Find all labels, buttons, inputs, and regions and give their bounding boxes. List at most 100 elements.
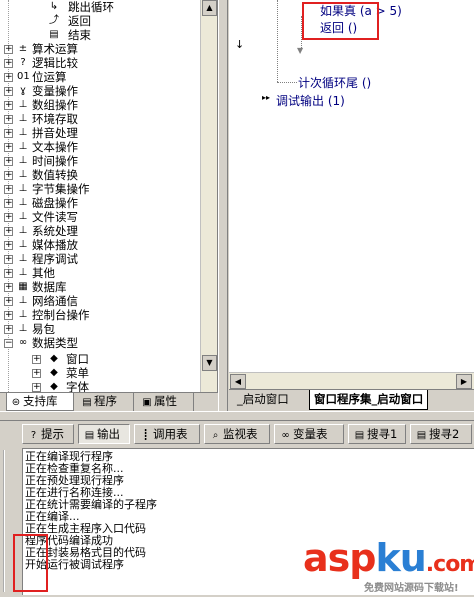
library-icon: ⊥: [18, 141, 28, 152]
library-icon: ⊥: [18, 323, 28, 334]
tab-variable-table[interactable]: ∞ 变量表: [274, 424, 344, 444]
tree-item-label: 程序调试: [32, 252, 78, 266]
expand-icon[interactable]: −: [4, 339, 13, 348]
diamond-icon: ◆: [50, 381, 58, 392]
code-line-loop-end[interactable]: 计次循环尾 (): [298, 74, 371, 91]
editor-tabs: _启动窗口 窗口程序集_启动窗口: [229, 389, 474, 411]
expand-icon[interactable]: +: [4, 213, 13, 222]
expand-icon[interactable]: +: [4, 157, 13, 166]
vertical-splitter[interactable]: [218, 0, 228, 411]
library-icon: ⊥: [18, 197, 28, 208]
watermark-subtitle: 免费网站源码下载站!: [364, 583, 459, 594]
panel-grip[interactable]: [3, 450, 12, 592]
expand-icon[interactable]: +: [4, 255, 13, 264]
support-library-tree[interactable]: ↳ 跳出循环 ⤴ 返回 ▤ 结束 + ± 算术运算 +? 逻辑比较 +01 位运算 + ɣ 变量操…: [0, 0, 218, 392]
property-icon: ▣: [142, 397, 152, 408]
expand-icon[interactable]: +: [4, 199, 13, 208]
tree-item-label: 文件读写: [32, 210, 78, 224]
expand-icon[interactable]: +: [4, 45, 13, 54]
expand-icon[interactable]: +: [4, 269, 13, 278]
watch-icon: ⌕: [212, 430, 219, 441]
diamond-icon: ◆: [50, 367, 58, 378]
expand-icon[interactable]: +: [4, 171, 13, 180]
code-editor[interactable]: ↓ ▼: [229, 0, 474, 372]
tab-support-library[interactable]: ⊜ 支持库: [6, 393, 74, 411]
loop-flow-line: [277, 0, 278, 82]
tab-window-assembly[interactable]: 窗口程序集_启动窗口: [309, 390, 429, 410]
expand-icon[interactable]: +: [4, 59, 13, 68]
expand-icon[interactable]: +: [4, 241, 13, 250]
scroll-left-arrow-icon[interactable]: ◀: [230, 374, 246, 389]
tab-watch-table[interactable]: ⌕ 监视表: [204, 424, 270, 444]
tree-item-label: 数组操作: [32, 98, 78, 112]
scroll-up-arrow-icon[interactable]: ▲: [202, 0, 217, 16]
tab-search2[interactable]: ▤ 搜寻2: [410, 424, 472, 444]
search1-icon: ▤: [354, 430, 365, 441]
scroll-right-arrow-icon[interactable]: ▶: [456, 374, 472, 389]
library-icon: ⊥: [18, 211, 28, 222]
expand-icon[interactable]: +: [32, 355, 41, 364]
library-icon: ⊥: [18, 295, 28, 306]
expand-icon[interactable]: +: [4, 227, 13, 236]
library-icon: ⊥: [18, 225, 28, 236]
tab-program[interactable]: ▤ 程序: [78, 393, 134, 411]
expand-icon[interactable]: +: [4, 325, 13, 334]
expand-icon[interactable]: +: [4, 297, 13, 306]
library-icon: ⊥: [18, 113, 28, 124]
expand-icon[interactable]: +: [4, 143, 13, 152]
tree-item-label: 易包: [32, 322, 55, 336]
expand-icon[interactable]: +: [4, 101, 13, 110]
horizontal-splitter[interactable]: [0, 411, 474, 421]
library-icon: ⊥: [18, 309, 28, 320]
variable-icon: ɣ: [20, 85, 26, 96]
tab-call-table[interactable]: ┋ 调用表: [134, 424, 200, 444]
highlight-box: [13, 534, 48, 592]
database-icon: ▦: [18, 281, 28, 292]
tree-item-label: 控制台操作: [32, 308, 90, 322]
tab-property[interactable]: ▣ 属性: [138, 393, 194, 411]
question-icon: ?: [20, 57, 26, 68]
editor-horizontal-scrollbar[interactable]: ◀ ▶: [229, 372, 474, 389]
expand-icon[interactable]: +: [4, 73, 13, 82]
expand-icon[interactable]: +: [4, 115, 13, 124]
highlight-box: [302, 2, 379, 40]
tree-item-label: 数据库: [32, 280, 67, 294]
library-icon: ⊥: [18, 253, 28, 264]
library-icon: ⊥: [18, 99, 28, 110]
current-line-arrow-icon: ↓: [235, 38, 245, 51]
jump-out-icon: ↳: [49, 1, 59, 12]
tree-item-label: 字节集操作: [32, 182, 90, 196]
output-line: 正在统计需要编译的子程序: [25, 498, 157, 511]
diamond-icon: ◆: [50, 353, 58, 364]
tree-scrollbar[interactable]: ▲ ▼: [200, 0, 217, 392]
expand-icon[interactable]: +: [4, 311, 13, 320]
output-icon: ▤: [84, 430, 95, 441]
return-icon: ⤴: [49, 15, 59, 26]
expand-icon[interactable]: +: [4, 87, 13, 96]
output-tab-bar: ? 提示 ▤ 输出 ┋ 调用表 ⌕ 监视表 ∞ 变量表 ▤ 搜寻1 ▤ 搜寻2: [0, 421, 474, 446]
tree-item-label: 位运算: [32, 70, 67, 84]
tree-item-label: 磁盘操作: [32, 196, 78, 210]
code-line-debug-output[interactable]: 调试输出 (1): [276, 92, 345, 109]
tree-item-label: 环境存取: [32, 112, 78, 126]
tree-item-label: 其他: [32, 266, 55, 280]
expand-icon[interactable]: +: [4, 283, 13, 292]
tree-item-label: 数据类型: [32, 336, 78, 350]
expand-icon[interactable]: +: [4, 129, 13, 138]
variable-table-icon: ∞: [281, 430, 290, 441]
tab-output[interactable]: ▤ 输出: [78, 424, 130, 444]
tab-search1[interactable]: ▤ 搜寻1: [348, 424, 406, 444]
expand-icon[interactable]: +: [32, 383, 41, 392]
scroll-down-arrow-icon[interactable]: ▼: [202, 355, 217, 371]
program-icon: ▤: [82, 397, 92, 408]
library-icon: ⊥: [18, 183, 28, 194]
library-icon: ⊥: [18, 155, 28, 166]
tab-hint[interactable]: ? 提示: [22, 424, 74, 444]
datatype-icon: ∞: [18, 337, 28, 348]
end-icon: ▤: [49, 29, 59, 40]
expand-icon[interactable]: +: [32, 369, 41, 378]
expand-icon[interactable]: +: [4, 185, 13, 194]
search2-icon: ▤: [416, 430, 427, 441]
tab-startup-window[interactable]: _启动窗口: [233, 390, 293, 410]
tree-item-label: 逻辑比较: [32, 56, 78, 70]
